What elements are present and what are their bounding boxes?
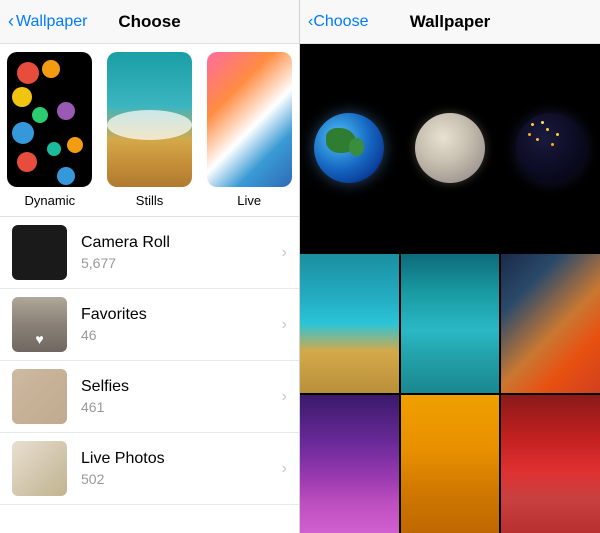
grid-cell-red-flower[interactable]	[501, 395, 600, 533]
favorites-name: Favorites	[81, 306, 282, 324]
favorites-thumb: ♥	[12, 297, 67, 352]
list-item-camera-roll[interactable]: Camera Roll 5,677 ›	[0, 217, 299, 289]
right-panel: ‹ Choose Wallpaper	[300, 0, 600, 533]
selfies-info: Selfies 461	[81, 378, 282, 415]
dot-red	[17, 62, 39, 84]
left-chevron-icon: ‹	[8, 11, 14, 32]
right-nav-bar: ‹ Choose Wallpaper	[300, 0, 600, 44]
camera-roll-thumb	[12, 225, 67, 280]
dot-red2	[17, 152, 37, 172]
selfies-blur	[12, 369, 67, 424]
grid-cell-yellow-flower[interactable]	[401, 395, 500, 533]
selfies-name: Selfies	[81, 378, 282, 396]
dot-teal	[47, 142, 61, 156]
orange-abstract-wallpaper	[501, 254, 600, 392]
dot-orange	[42, 60, 60, 78]
selfies-chevron-icon: ›	[282, 388, 287, 406]
right-back-label: Choose	[313, 13, 368, 31]
grid-cell-earth[interactable]	[300, 44, 399, 252]
yellow-flower-wallpaper	[401, 395, 500, 533]
left-panel: ‹ Wallpaper Choose	[0, 0, 300, 533]
night-sphere	[516, 113, 586, 183]
live-photos-chevron-icon: ›	[282, 460, 287, 478]
heart-icon: ♥	[35, 331, 43, 347]
grid-cell-ocean[interactable]	[300, 254, 399, 392]
live-thumbnail	[207, 52, 292, 187]
left-nav-bar: ‹ Wallpaper Choose	[0, 0, 299, 44]
right-nav-title: Wallpaper	[410, 12, 491, 32]
list-item-live-photos[interactable]: Live Photos 502 ›	[0, 433, 299, 505]
earth-land2	[349, 138, 364, 156]
photo-albums-list: Camera Roll 5,677 › ♥ Favorites 46 ›	[0, 216, 299, 533]
dot-blue2	[57, 167, 75, 185]
category-dynamic[interactable]: Dynamic	[0, 52, 100, 216]
category-live[interactable]: Live	[199, 52, 299, 216]
favorites-count: 46	[81, 327, 282, 343]
dot-yellow	[12, 87, 32, 107]
list-item-favorites[interactable]: ♥ Favorites 46 ›	[0, 289, 299, 361]
wallpaper-grid	[300, 44, 600, 533]
left-back-label: Wallpaper	[16, 13, 87, 31]
camera-roll-count: 5,677	[81, 255, 282, 271]
camera-roll-info: Camera Roll 5,677	[81, 234, 282, 271]
stills-thumbnail	[107, 52, 192, 187]
selfies-count: 461	[81, 399, 282, 415]
ocean-wallpaper	[300, 254, 399, 392]
selfies-thumb	[12, 369, 67, 424]
purple-wallpaper	[300, 395, 399, 533]
camera-roll-name: Camera Roll	[81, 234, 282, 252]
grid-cell-teal-wave[interactable]	[401, 254, 500, 392]
dot-orange2	[67, 137, 83, 153]
favorites-info: Favorites 46	[81, 306, 282, 343]
stills-label: Stills	[136, 193, 163, 208]
teal-wave-wallpaper	[401, 254, 500, 392]
earth-sphere	[314, 113, 384, 183]
city-lights	[516, 113, 519, 116]
category-stills[interactable]: Stills	[100, 52, 200, 216]
list-item-selfies[interactable]: Selfies 461 ›	[0, 361, 299, 433]
grid-cell-purple[interactable]	[300, 395, 399, 533]
moon-sphere	[415, 113, 485, 183]
right-back-button[interactable]: ‹ Choose	[308, 13, 368, 31]
camera-roll-chevron-icon: ›	[282, 244, 287, 262]
live-photos-count: 502	[81, 471, 282, 487]
live-photos-thumb	[12, 441, 67, 496]
grid-cell-orange-abstract[interactable]	[501, 254, 600, 392]
red-flower-wallpaper	[501, 395, 600, 533]
left-back-button[interactable]: ‹ Wallpaper	[8, 11, 87, 32]
dynamic-thumbnail	[7, 52, 92, 187]
dot-blue	[12, 122, 34, 144]
dot-green	[32, 107, 48, 123]
favorites-chevron-icon: ›	[282, 316, 287, 334]
left-nav-title: Choose	[118, 12, 180, 32]
category-thumbs: Dynamic Stills Live	[0, 44, 299, 216]
dot-purple	[57, 102, 75, 120]
wave-decoration	[107, 110, 192, 140]
live-photos-info: Live Photos 502	[81, 450, 282, 487]
grid-cell-moon[interactable]	[401, 44, 500, 252]
dynamic-label: Dynamic	[25, 193, 76, 208]
live-label: Live	[237, 193, 261, 208]
grid-cell-night-earth[interactable]	[501, 44, 600, 252]
live-photos-name: Live Photos	[81, 450, 282, 468]
